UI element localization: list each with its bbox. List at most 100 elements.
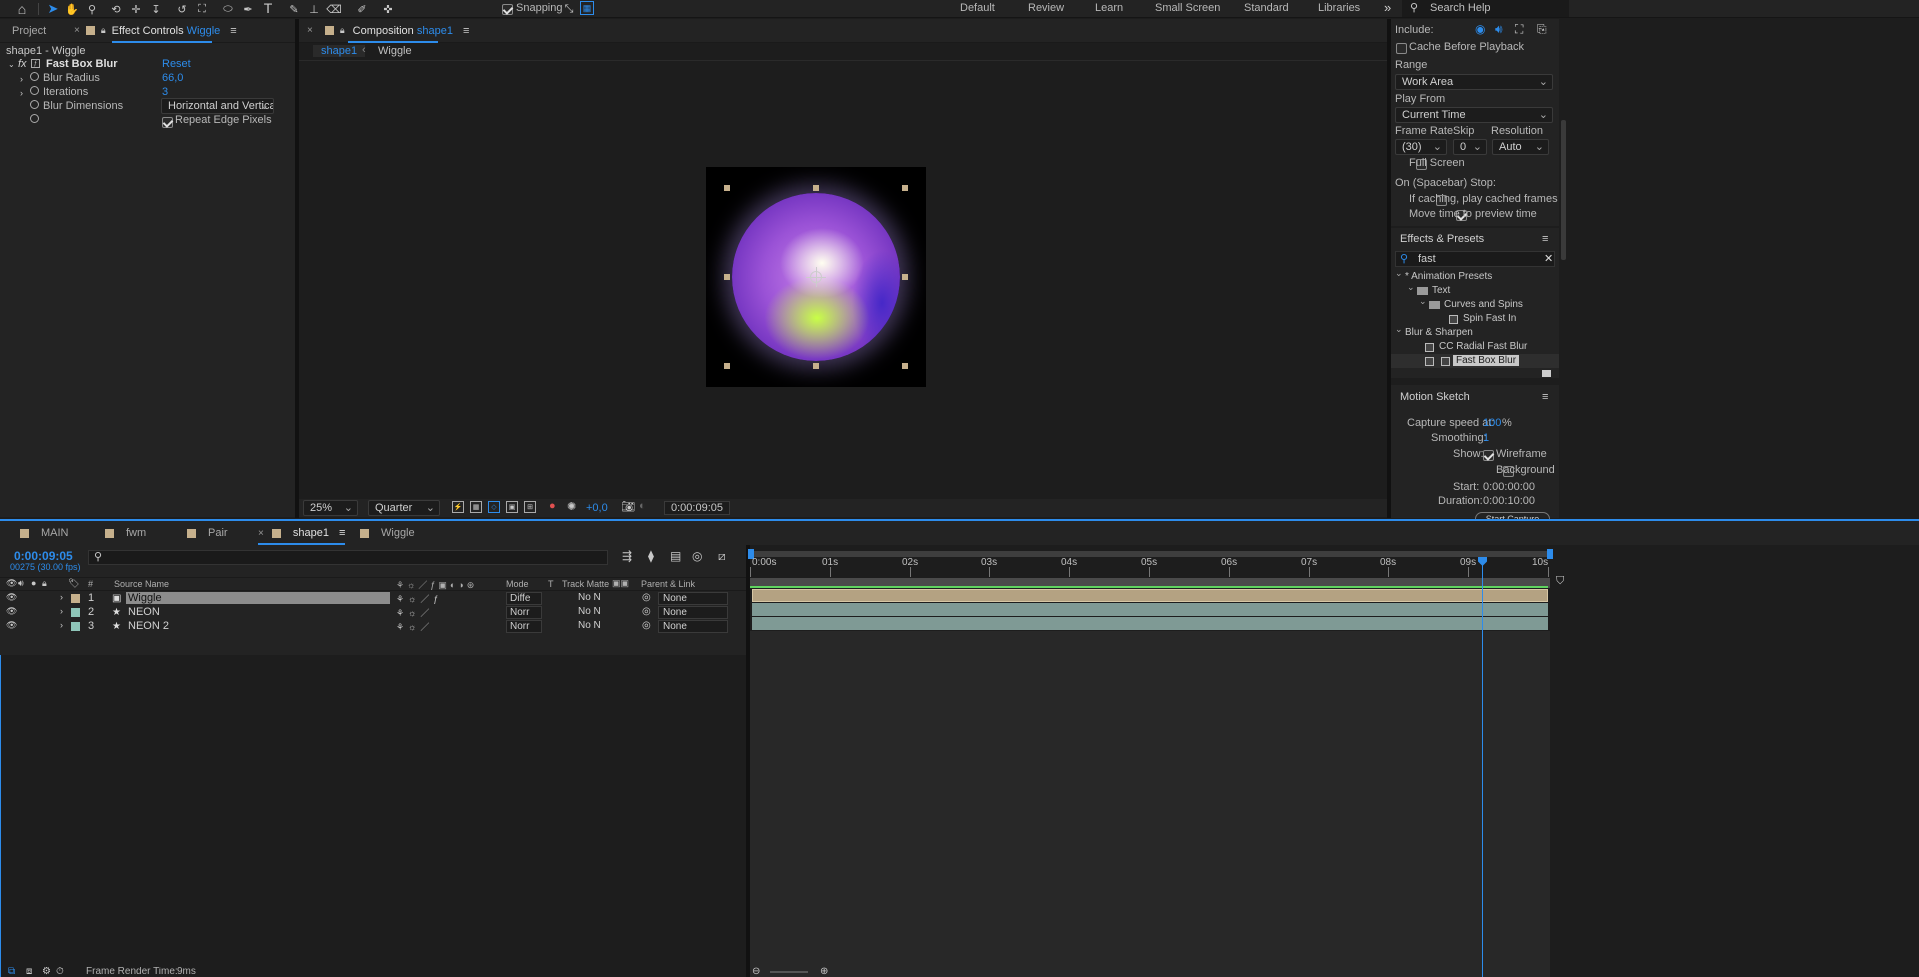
- tab-composition[interactable]: Composition shape1: [353, 19, 453, 43]
- workspace-libraries[interactable]: Libraries: [1318, 2, 1360, 14]
- clear-search-icon[interactable]: ✕: [1544, 252, 1553, 265]
- region-of-interest-icon[interactable]: ▣: [506, 501, 518, 513]
- lock-icon[interactable]: 🔒︎: [42, 578, 47, 589]
- iterations-value[interactable]: 3: [162, 86, 168, 98]
- comp-marker-bin-icon[interactable]: ⛉: [1556, 575, 1564, 588]
- repeat-edge-checkbox[interactable]: [162, 117, 173, 128]
- fx-icon[interactable]: fx: [18, 58, 27, 70]
- range-dropdown[interactable]: Work Area ⌄: [1395, 74, 1553, 90]
- panel-menu-icon[interactable]: ≡: [1542, 233, 1548, 245]
- parent-dropdown[interactable]: None: [658, 606, 728, 619]
- transform-handle-bc[interactable]: [813, 363, 819, 369]
- effects-tree-item[interactable]: ⌄ * Animation Presets: [1391, 268, 1559, 284]
- reset-button[interactable]: Reset: [162, 58, 191, 70]
- snap-options-icon[interactable]: ⤡: [562, 1, 576, 17]
- lock-icon[interactable]: 🔒︎: [101, 25, 106, 36]
- parent-dropdown[interactable]: None: [658, 592, 728, 605]
- fast-previews-icon[interactable]: ⚡: [452, 501, 464, 513]
- mask-visibility-icon[interactable]: ◇: [488, 501, 500, 513]
- graph-editor-icon[interactable]: ⧄: [718, 549, 726, 564]
- workspace-review[interactable]: Review: [1028, 2, 1064, 14]
- pen-tool-icon[interactable]: ✒: [240, 1, 256, 17]
- solo-icon[interactable]: ●: [31, 578, 36, 588]
- effects-tree-item[interactable]: ⌄ Blur & Sharpen: [1391, 324, 1559, 340]
- blend-mode-dropdown[interactable]: Norr: [506, 620, 542, 633]
- pan-camera-icon[interactable]: ✛: [128, 1, 144, 17]
- chevron-down-icon[interactable]: ⌄: [1395, 268, 1403, 279]
- current-time-display[interactable]: 0:00:09:05: [14, 549, 73, 563]
- layer-name[interactable]: NEON: [126, 606, 390, 618]
- motion-blur-icon[interactable]: ◎: [692, 549, 702, 563]
- zoom-slider[interactable]: [770, 971, 808, 973]
- toggle-in-out-icon[interactable]: ⚙: [42, 967, 51, 977]
- chevron-right-icon[interactable]: ›: [60, 620, 63, 630]
- audio-icon[interactable]: 🔊︎: [18, 578, 24, 589]
- effects-tree-item[interactable]: ⌄ Text: [1391, 282, 1559, 298]
- close-icon[interactable]: ×: [307, 25, 313, 36]
- new-bin-icon[interactable]: [1542, 370, 1551, 377]
- toggle-modes-icon[interactable]: ⧈: [26, 967, 32, 977]
- include-audio-icon[interactable]: 🔊︎: [1495, 22, 1503, 37]
- effects-search-field[interactable]: ⚲ fast ✕: [1395, 251, 1555, 267]
- chevron-right-icon[interactable]: ›: [60, 606, 63, 616]
- breadcrumb-shape1[interactable]: shape1: [313, 45, 366, 57]
- table-row[interactable]: 👁︎ › 2 ★ NEON ⚘☼／ Norr No N ◎ None: [0, 606, 745, 620]
- include-overlays-icon[interactable]: ⛶: [1515, 22, 1523, 37]
- parent-dropdown[interactable]: None: [658, 620, 728, 633]
- include-export-icon[interactable]: ⎘: [1537, 22, 1547, 37]
- eye-icon[interactable]: 👁︎: [6, 620, 17, 631]
- layer-search-field[interactable]: ⚲: [88, 550, 608, 565]
- transform-handle-tr[interactable]: [902, 185, 908, 191]
- draft-3d-icon[interactable]: ⧫: [648, 549, 654, 563]
- close-icon[interactable]: ×: [74, 25, 80, 36]
- roto-brush-icon[interactable]: ✐: [354, 1, 370, 17]
- eye-icon[interactable]: 👁︎: [6, 578, 17, 589]
- breadcrumb-wiggle[interactable]: Wiggle: [378, 45, 412, 57]
- wireframe-checkbox[interactable]: [1483, 449, 1494, 461]
- close-icon[interactable]: ×: [258, 528, 264, 539]
- transform-handle-tl[interactable]: [724, 185, 730, 191]
- workspace-standard[interactable]: Standard: [1244, 2, 1289, 14]
- transform-handle-tc[interactable]: [813, 185, 819, 191]
- ellipse-tool-icon[interactable]: ⬭: [220, 1, 236, 17]
- toggle-switches-icon[interactable]: ⧉: [8, 967, 15, 977]
- chevron-down-icon[interactable]: ⌄: [1419, 296, 1427, 307]
- zoom-dropdown[interactable]: 25% ⌄: [303, 500, 358, 516]
- show-snapshot-icon[interactable]: ◐: [639, 500, 646, 512]
- layer-switches[interactable]: ⚘☼／ƒ: [396, 592, 442, 605]
- track-matte-dropdown[interactable]: No N: [578, 620, 608, 631]
- timeline-tab[interactable]: Pair: [187, 521, 228, 545]
- timeline-tab[interactable]: MAIN: [20, 521, 69, 545]
- layer-name[interactable]: NEON 2: [126, 620, 390, 632]
- panel-menu-icon[interactable]: ≡: [1542, 391, 1548, 403]
- stopwatch-icon[interactable]: [30, 86, 39, 95]
- transform-handle-mr[interactable]: [902, 274, 908, 280]
- label-color-swatch[interactable]: [71, 608, 80, 617]
- type-tool-icon[interactable]: T: [260, 0, 276, 16]
- brush-tool-icon[interactable]: ✎: [286, 1, 302, 17]
- pick-whip-icon[interactable]: ◎: [642, 620, 651, 631]
- eye-icon[interactable]: 👁︎: [6, 606, 17, 617]
- transform-handle-bl[interactable]: [724, 363, 730, 369]
- include-video-icon[interactable]: ◉: [1475, 22, 1485, 36]
- capture-speed-value[interactable]: 100: [1483, 417, 1501, 429]
- panel-menu-icon[interactable]: ≡: [463, 25, 469, 37]
- exposure-value[interactable]: +0,0: [586, 502, 608, 514]
- table-row[interactable]: 👁︎ › 3 ★ NEON 2 ⚘☼／ Norr No N ◎ None: [0, 620, 745, 634]
- grid-guides-icon[interactable]: ⊞: [524, 501, 536, 513]
- search-help-field[interactable]: ⚲ Search Help: [1402, 0, 1569, 17]
- timeline-tab[interactable]: fwm: [105, 521, 146, 545]
- blend-mode-dropdown[interactable]: Diffe: [506, 592, 542, 605]
- track-matte-dropdown[interactable]: No N: [578, 592, 608, 603]
- panel-menu-icon[interactable]: ≡: [230, 25, 236, 37]
- chevron-down-icon[interactable]: ⌄: [8, 60, 15, 69]
- eraser-tool-icon[interactable]: ⌫: [326, 1, 342, 17]
- transform-handle-ml[interactable]: [724, 274, 730, 280]
- clone-stamp-icon[interactable]: ⊥: [306, 1, 322, 17]
- viewer-timecode[interactable]: 0:00:09:05: [664, 501, 730, 515]
- lock-icon[interactable]: 🔒︎: [340, 25, 345, 36]
- workspace-small-screen[interactable]: Small Screen: [1155, 2, 1220, 14]
- resolution-dropdown[interactable]: Quarter ⌄: [368, 500, 440, 516]
- smoothing-value[interactable]: 1: [1483, 432, 1489, 444]
- stopwatch-icon[interactable]: [30, 72, 39, 81]
